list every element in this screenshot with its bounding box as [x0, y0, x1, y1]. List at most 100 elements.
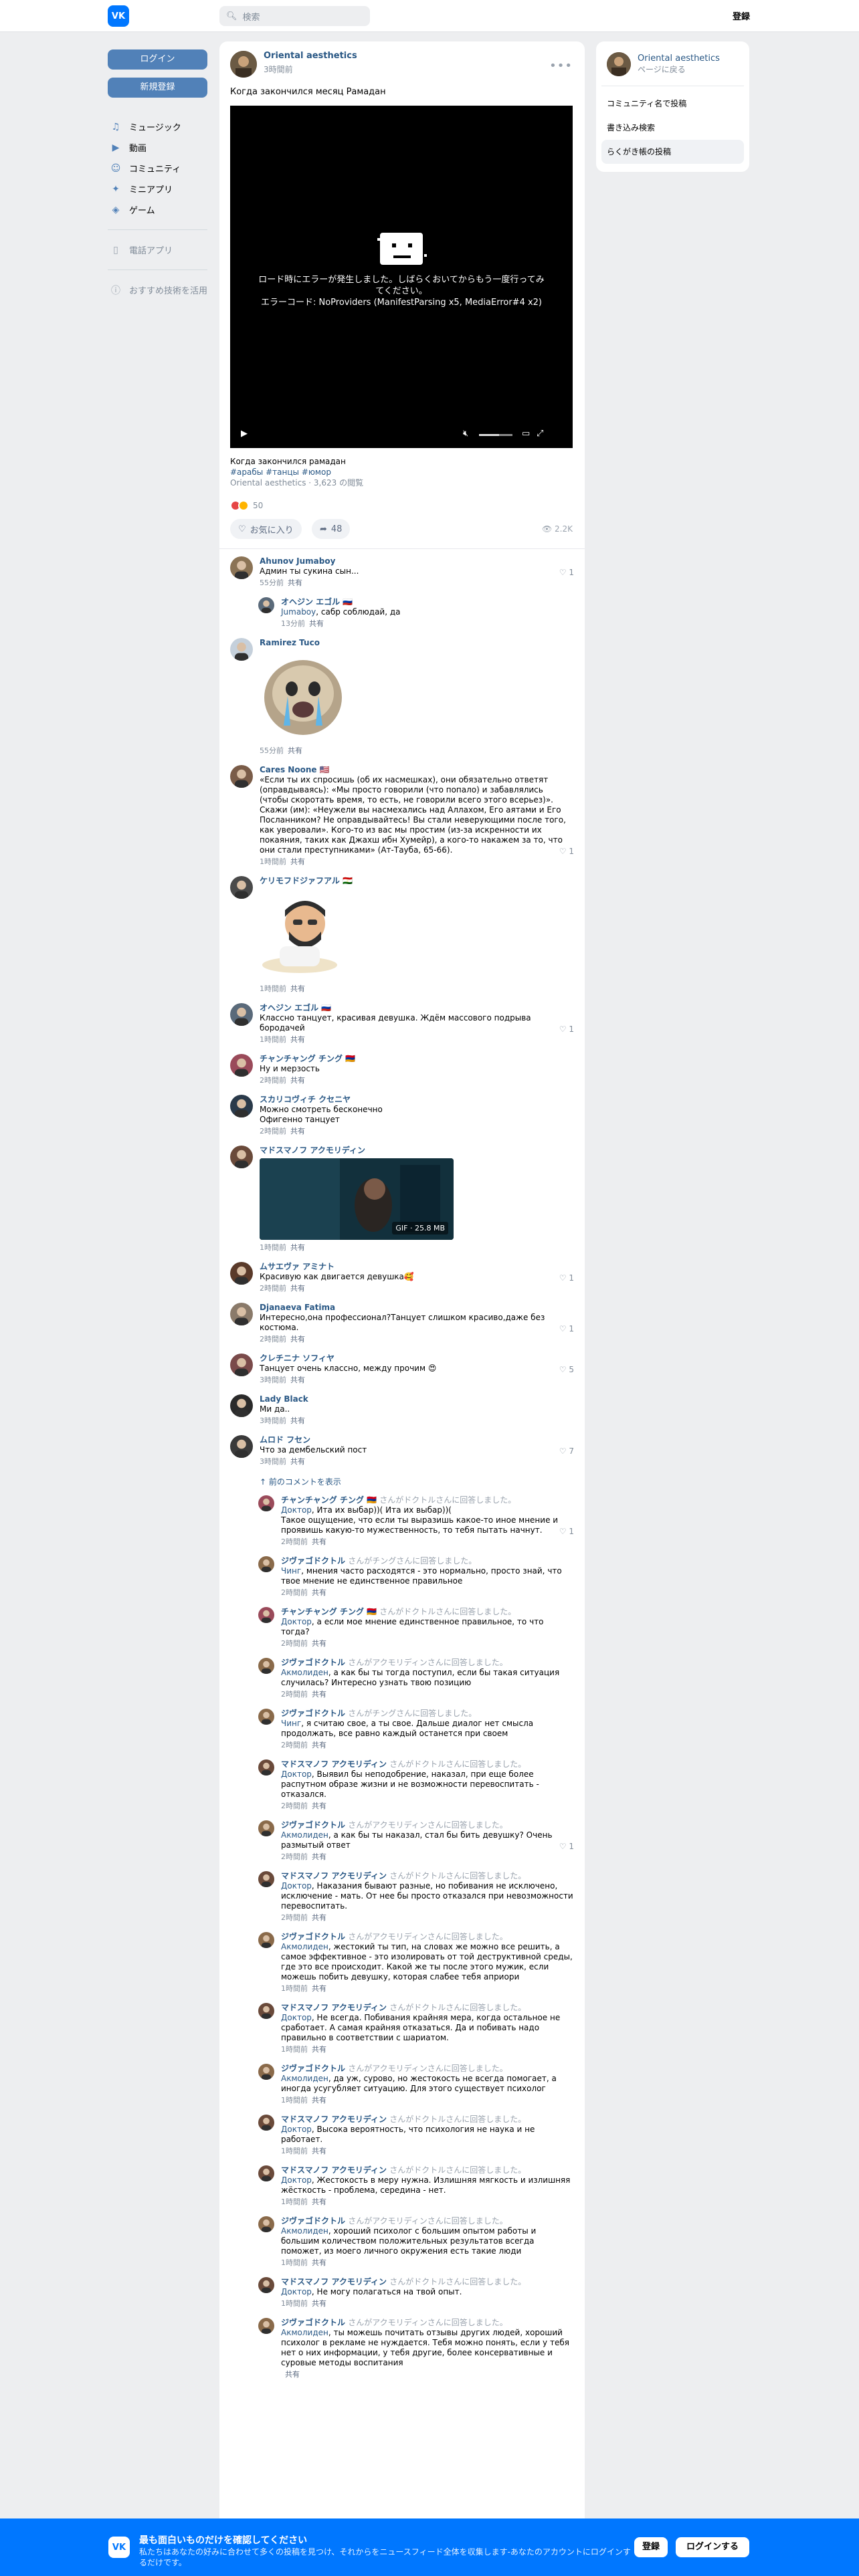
banner-login-button[interactable]: ログインする: [676, 2537, 749, 2557]
commenter-name-text[interactable]: マドスマノフ アクモリディン: [281, 2277, 387, 2286]
nav-item-miniapp[interactable]: ✦ ミニアプリ: [108, 179, 207, 199]
comment-time[interactable]: 2時間前: [260, 1127, 286, 1136]
commenter-name-text[interactable]: ジヴァゴドクトル: [281, 1820, 345, 1830]
caption-tags[interactable]: #арабы #танцы #юмор: [230, 467, 363, 477]
comment-time[interactable]: 13分前: [281, 619, 305, 628]
reply-button[interactable]: 共有: [312, 2045, 326, 2054]
signup-button[interactable]: 新規登録: [108, 78, 207, 98]
comment-like[interactable]: ♡ 1: [559, 568, 574, 577]
fullscreen-icon[interactable]: ⤢: [537, 429, 543, 439]
comment-like[interactable]: ♡ 5: [559, 1365, 574, 1374]
commenter-avatar[interactable]: [230, 1146, 253, 1168]
commenter-name-text[interactable]: ジヴァゴドクトル: [281, 2318, 345, 2327]
mention-link[interactable]: Доктор: [281, 1881, 312, 1891]
play-icon[interactable]: ▶: [241, 429, 248, 439]
login-button[interactable]: ログイン: [108, 49, 207, 70]
commenter-name-text[interactable]: ジヴァゴドクトル: [281, 1556, 345, 1566]
commenter-avatar[interactable]: [258, 1759, 274, 1776]
nav-item-video[interactable]: ▶ 動画: [108, 137, 207, 158]
commenter-name-text[interactable]: ジヴァゴドクトル: [281, 1932, 345, 1941]
comment-time[interactable]: 1時間前: [281, 2258, 308, 2267]
right-menu-item[interactable]: コミュニティ名で投稿: [601, 92, 744, 116]
comment-time[interactable]: 1時間前: [281, 2197, 308, 2206]
commenter-name-text[interactable]: ジヴァゴドクトル: [281, 2216, 345, 2226]
comment-time[interactable]: 2時間前: [281, 1741, 308, 1749]
commenter-avatar[interactable]: [230, 1262, 253, 1285]
commenter-name-text[interactable]: オヘジン エゴル 🇷🇺: [260, 1003, 331, 1012]
more-icon[interactable]: •••: [549, 59, 573, 73]
comment-time[interactable]: 55分前: [260, 746, 284, 755]
mute-icon[interactable]: 🔇︎: [463, 429, 468, 439]
commenter-name-text[interactable]: マドスマノフ アクモリディン: [260, 1146, 365, 1155]
commenter-avatar[interactable]: [230, 1003, 253, 1026]
reply-button[interactable]: 共有: [312, 1802, 326, 1810]
banner-register-button[interactable]: 登録: [634, 2537, 668, 2557]
reply-button[interactable]: 共有: [290, 1076, 305, 1085]
mention-link[interactable]: Чинг: [281, 1566, 301, 1576]
commenter-name-text[interactable]: ケリモフドジァフアル 🇹🇯: [260, 876, 353, 885]
commenter-avatar[interactable]: [230, 1303, 253, 1325]
mention-link[interactable]: Акмолиден: [281, 2226, 328, 2236]
commenter-name-text[interactable]: チャンチャング チング 🇦🇲: [281, 1495, 377, 1505]
reply-button[interactable]: 共有: [290, 1127, 305, 1136]
reply-button[interactable]: 共有: [312, 2197, 326, 2206]
commenter-name-text[interactable]: Djanaeva Fatima: [260, 1303, 335, 1312]
mention-link[interactable]: Чинг: [281, 1719, 301, 1728]
commenter-name[interactable]: ジヴァゴドクトル さんがアクモリディンさんに回答しました。: [281, 1658, 574, 1668]
comment-time[interactable]: 1時間前: [281, 1984, 308, 1993]
commenter-avatar[interactable]: [258, 1607, 274, 1623]
commenter-name[interactable]: ムロド フセン: [260, 1435, 574, 1445]
comment-time[interactable]: 2時間前: [281, 1639, 308, 1648]
reply-button[interactable]: 共有: [288, 746, 302, 755]
commenter-name[interactable]: チャンチャング チング 🇦🇲 さんがドクトルさんに回答しました。: [281, 1607, 574, 1617]
show-previous-comments[interactable]: ↑ 前のコメントを表示: [260, 1476, 574, 1487]
comment-like[interactable]: ♡ 1: [559, 1273, 574, 1283]
commenter-name[interactable]: ジヴァゴドクトル さんがチングさんに回答しました。: [281, 1556, 574, 1566]
reply-button[interactable]: 共有: [312, 1913, 326, 1922]
commenter-avatar[interactable]: [230, 1054, 253, 1077]
commenter-name-text[interactable]: クレチニナ ソフィヤ: [260, 1354, 335, 1363]
commenter-name[interactable]: Ramirez Tuco: [260, 638, 574, 648]
comment-like[interactable]: ♡ 1: [559, 1324, 574, 1333]
mention-link[interactable]: Акмолиден: [281, 2074, 328, 2083]
reply-button[interactable]: 共有: [290, 1335, 305, 1344]
mention-link[interactable]: Акмолиден: [281, 1668, 328, 1677]
commenter-name[interactable]: スカリコヴィチ クセニヤ: [260, 1095, 574, 1105]
commenter-name[interactable]: ジヴァゴドクトル さんがアクモリディンさんに回答しました。: [281, 2216, 574, 2226]
reply-button[interactable]: 共有: [312, 2299, 326, 2308]
commenter-avatar[interactable]: [258, 1495, 274, 1511]
commenter-name[interactable]: マドスマノフ アクモリディン: [260, 1146, 574, 1156]
reply-button[interactable]: 共有: [312, 1984, 326, 1993]
commenter-name-text[interactable]: Ramirez Tuco: [260, 638, 320, 647]
share-button[interactable]: ➦ 48: [312, 519, 351, 539]
commenter-name[interactable]: マドスマノフ アクモリディン さんがドクトルさんに回答しました。: [281, 1871, 574, 1881]
commenter-avatar[interactable]: [258, 2115, 274, 2131]
nav-item-game[interactable]: ◈ ゲーム: [108, 199, 207, 220]
commenter-name-text[interactable]: マドスマノフ アクモリディン: [281, 2165, 387, 2175]
mention-link[interactable]: Акмолиден: [281, 1830, 328, 1840]
comment-time[interactable]: 1時間前: [281, 2299, 308, 2308]
commenter-name-text[interactable]: Cares Noone 🇺🇸: [260, 765, 330, 774]
pip-icon[interactable]: ▭: [522, 429, 530, 439]
commenter-name-text[interactable]: チャンチャング チング 🇦🇲: [281, 1607, 377, 1616]
comment-time[interactable]: 3時間前: [260, 1376, 286, 1384]
comment-time[interactable]: 1時間前: [281, 2045, 308, 2054]
comment-time[interactable]: 2時間前: [281, 1537, 308, 1546]
commenter-avatar[interactable]: [258, 2064, 274, 2080]
reply-button[interactable]: 共有: [290, 1416, 305, 1425]
commenter-name[interactable]: Cares Noone 🇺🇸: [260, 765, 574, 775]
commenter-name[interactable]: Ahunov Jumaboy: [260, 556, 574, 566]
commenter-avatar[interactable]: [258, 2277, 274, 2293]
comment-time[interactable]: 2時間前: [281, 1852, 308, 1861]
commenter-name[interactable]: オヘジン エゴル 🇷🇺: [260, 1003, 574, 1013]
commenter-name-text[interactable]: ムロド フセン: [260, 1435, 310, 1444]
comment-time[interactable]: 2時間前: [260, 1076, 286, 1085]
comment-like[interactable]: ♡ 1: [559, 1842, 574, 1851]
commenter-name[interactable]: ジヴァゴドクトル さんがアクモリディンさんに回答しました。: [281, 2318, 574, 2328]
reply-button[interactable]: 共有: [312, 1852, 326, 1861]
comment-time[interactable]: 1時間前: [281, 2096, 308, 2105]
nav-item-mobile[interactable]: ▯ 電話アプリ: [108, 239, 207, 260]
mention-link[interactable]: Доктор: [281, 1617, 312, 1626]
commenter-name[interactable]: Lady Black: [260, 1394, 574, 1404]
reactions[interactable]: 50: [230, 500, 263, 511]
